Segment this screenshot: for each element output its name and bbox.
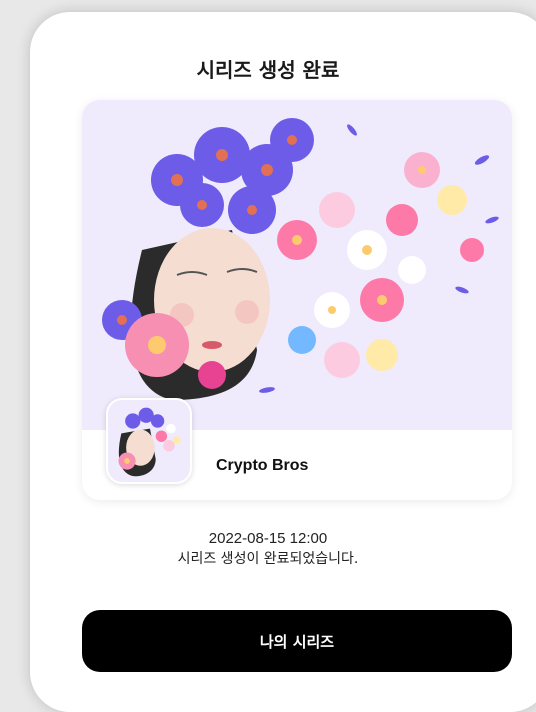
creation-timestamp: 2022-08-15 12:00 [208,530,328,547]
series-artwork [82,100,512,430]
completion-message: 시리즈 생성이 완료되었습니다. [177,551,359,567]
series-thumbnail [106,398,192,484]
flower-girl-thumbnail-icon [108,400,190,482]
flower-girl-artwork-icon [102,118,499,400]
my-series-button[interactable]: 나의 시리즈 [82,610,512,672]
series-card[interactable] [82,100,512,500]
series-name: Crypto Bros [216,457,309,474]
modal-title: 시리즈 생성 완료 [196,58,340,82]
status-block: 2022-08-15 12:00 시리즈 생성이 완료되었습니다. [0,528,536,570]
